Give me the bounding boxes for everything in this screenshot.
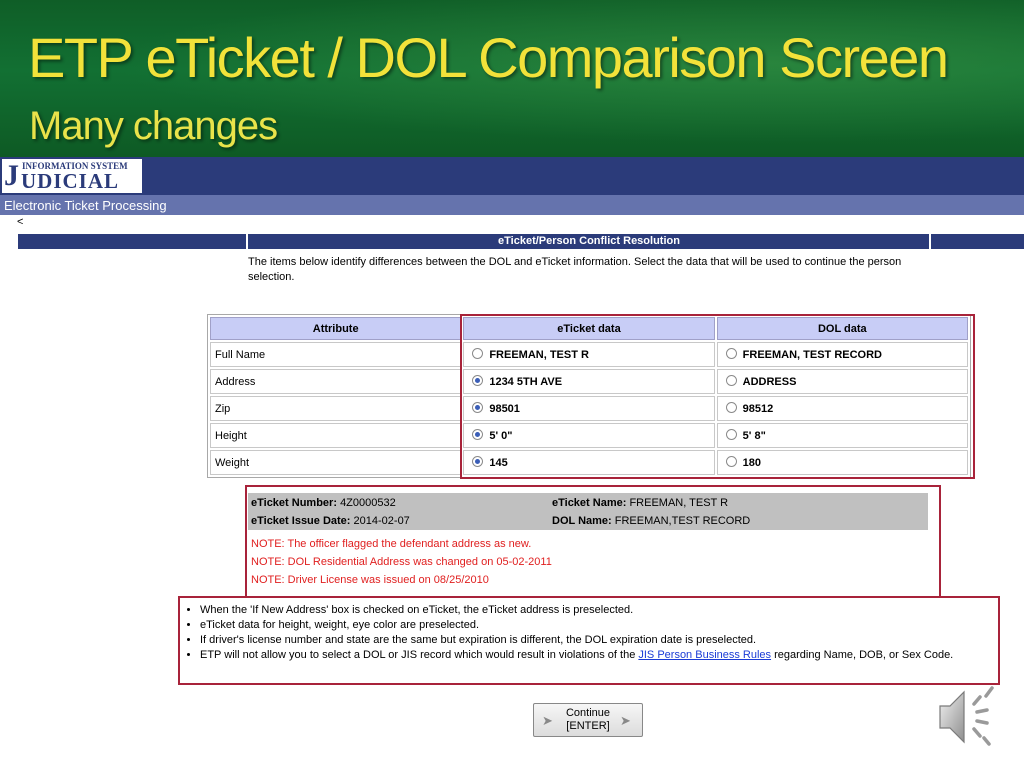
header-attribute: Attribute bbox=[210, 317, 462, 340]
speaker-icon[interactable] bbox=[934, 684, 1004, 748]
back-link[interactable]: < bbox=[17, 216, 23, 229]
row-attribute: Weight bbox=[210, 450, 462, 475]
row-attribute: Zip bbox=[210, 396, 462, 421]
continue-button[interactable]: ➤ Continue [ENTER] ➤ bbox=[533, 703, 643, 737]
conflict-title: eTicket/Person Conflict Resolution bbox=[498, 235, 680, 247]
logo-wordmark: UDICIAL bbox=[21, 169, 120, 193]
app-title: Electronic Ticket Processing bbox=[4, 198, 167, 213]
row-attribute: Height bbox=[210, 423, 462, 448]
slide-title: ETP eTicket / DOL Comparison Screen bbox=[28, 26, 949, 89]
jis-banner bbox=[0, 157, 1024, 195]
slide-subtitle: Many changes bbox=[29, 104, 278, 148]
logo-letter: J bbox=[4, 159, 19, 192]
continue-label-line2: [ENTER] bbox=[566, 720, 610, 732]
continue-label-line1: Continue bbox=[565, 707, 611, 719]
row-attribute: Address bbox=[210, 369, 462, 394]
arrow-right-icon: ➤ bbox=[620, 713, 631, 728]
jis-logo: J INFORMATION SYSTEM UDICIAL bbox=[2, 159, 142, 193]
arrow-right-icon: ➤ bbox=[542, 713, 553, 728]
slide-header: ETP eTicket / DOL Comparison Screen Many… bbox=[0, 0, 1024, 157]
highlight-box-rules bbox=[178, 596, 1000, 685]
highlight-box-data-columns bbox=[460, 314, 975, 479]
highlight-box-summary bbox=[245, 485, 941, 598]
continue-label: Continue [ENTER] bbox=[556, 707, 620, 733]
intro-text: The items below identify differences bet… bbox=[248, 256, 902, 283]
row-attribute: Full Name bbox=[210, 342, 462, 367]
